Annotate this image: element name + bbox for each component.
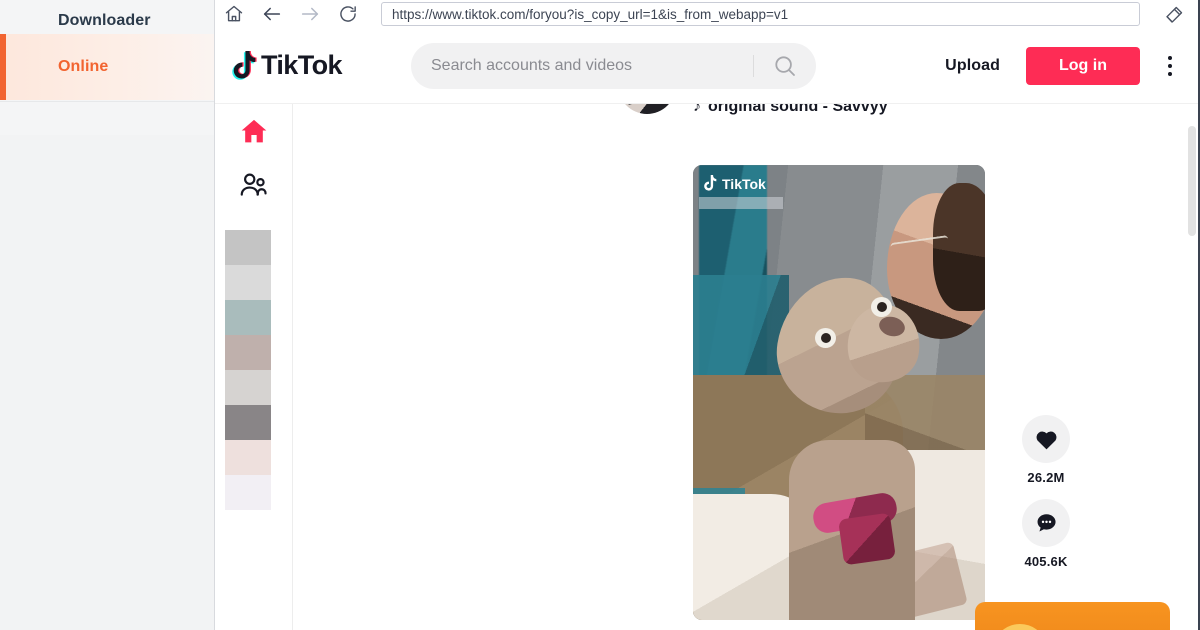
like-button[interactable]: 26.2M — [1011, 415, 1081, 485]
swatch — [225, 230, 271, 265]
app-sidebar: Downloader Online — [0, 0, 215, 630]
video-player[interactable]: TikTok — [693, 165, 985, 620]
swatch — [225, 300, 271, 335]
tiktok-sidebar-rail — [215, 104, 293, 630]
login-button[interactable]: Log in — [1026, 46, 1140, 85]
upload-button[interactable]: Upload — [945, 57, 1000, 75]
sidebar-item-online[interactable]: Online — [0, 34, 214, 100]
watermark-label: TikTok — [722, 175, 766, 192]
video-overlay-bar — [699, 197, 783, 209]
swatch — [225, 370, 271, 405]
sidebar-item-following[interactable] — [215, 158, 292, 212]
swatch — [225, 475, 271, 510]
swatch — [225, 440, 271, 475]
back-icon[interactable] — [253, 0, 291, 28]
upload-button-label: Upload — [945, 56, 1000, 74]
search-icon[interactable] — [754, 54, 816, 78]
swatch — [225, 405, 271, 440]
tiktok-watermark: TikTok — [703, 175, 766, 192]
promo-banner-graphic — [997, 624, 1043, 630]
sidebar-divider — [0, 101, 214, 102]
comment-icon — [1022, 499, 1070, 547]
scrollbar-thumb[interactable] — [1188, 126, 1196, 236]
video-dog-collar-tag — [838, 512, 896, 566]
sidebar-item-downloader[interactable]: Downloader — [0, 0, 214, 34]
swatch — [225, 265, 271, 300]
like-count: 26.2M — [1027, 470, 1065, 485]
heart-icon — [1022, 415, 1070, 463]
tiktok-header: TikTok Search accounts and videos Upload… — [215, 28, 1200, 104]
video-dog-eye-right — [871, 297, 892, 317]
tiktok-wordmark: TikTok — [261, 50, 343, 80]
login-button-label: Log in — [1059, 56, 1107, 74]
reload-icon[interactable] — [329, 0, 367, 28]
video-dog-eye-left — [815, 328, 836, 348]
sidebar-empty-area — [0, 135, 214, 630]
swatch — [225, 335, 271, 370]
home-icon[interactable] — [215, 0, 253, 28]
sidebar-item-foryou[interactable] — [215, 104, 292, 158]
search-input[interactable]: Search accounts and videos — [411, 57, 753, 75]
url-input[interactable]: https://www.tiktok.com/foryou?is_copy_ur… — [381, 2, 1140, 26]
tiktok-note-icon — [231, 50, 259, 81]
sidebar-item-label: Downloader — [58, 12, 151, 29]
video-feed: bruh this shit has me WHEEZING #fyp ♪ or… — [293, 28, 1200, 630]
following-icon — [240, 173, 267, 196]
forward-icon — [291, 0, 329, 28]
tiktok-page: bruh this shit has me WHEEZING #fyp ♪ or… — [215, 28, 1200, 630]
home-icon — [241, 119, 266, 142]
search-bar[interactable]: Search accounts and videos — [411, 42, 816, 89]
tiktok-logo[interactable]: TikTok — [231, 50, 401, 81]
browser-toolbar: https://www.tiktok.com/foryou?is_copy_ur… — [215, 0, 1200, 28]
promo-banner[interactable] — [975, 602, 1170, 630]
tiktok-note-icon — [704, 175, 717, 191]
video-action-column: 26.2M 405.6K — [1011, 415, 1081, 583]
page-scrollbar[interactable] — [1187, 104, 1198, 630]
sidebar-item-label: Online — [58, 58, 109, 75]
comment-count: 405.6K — [1024, 554, 1068, 569]
comment-button[interactable]: 405.6K — [1011, 499, 1081, 569]
sidebar-placeholder-swatches — [215, 230, 292, 510]
screenshot-root: Downloader Online https://www.tiktok.com… — [0, 0, 1200, 630]
bookmark-icon[interactable] — [1148, 0, 1200, 28]
url-text: https://www.tiktok.com/foryou?is_copy_ur… — [392, 6, 789, 22]
kebab-menu-icon[interactable] — [1148, 44, 1192, 88]
